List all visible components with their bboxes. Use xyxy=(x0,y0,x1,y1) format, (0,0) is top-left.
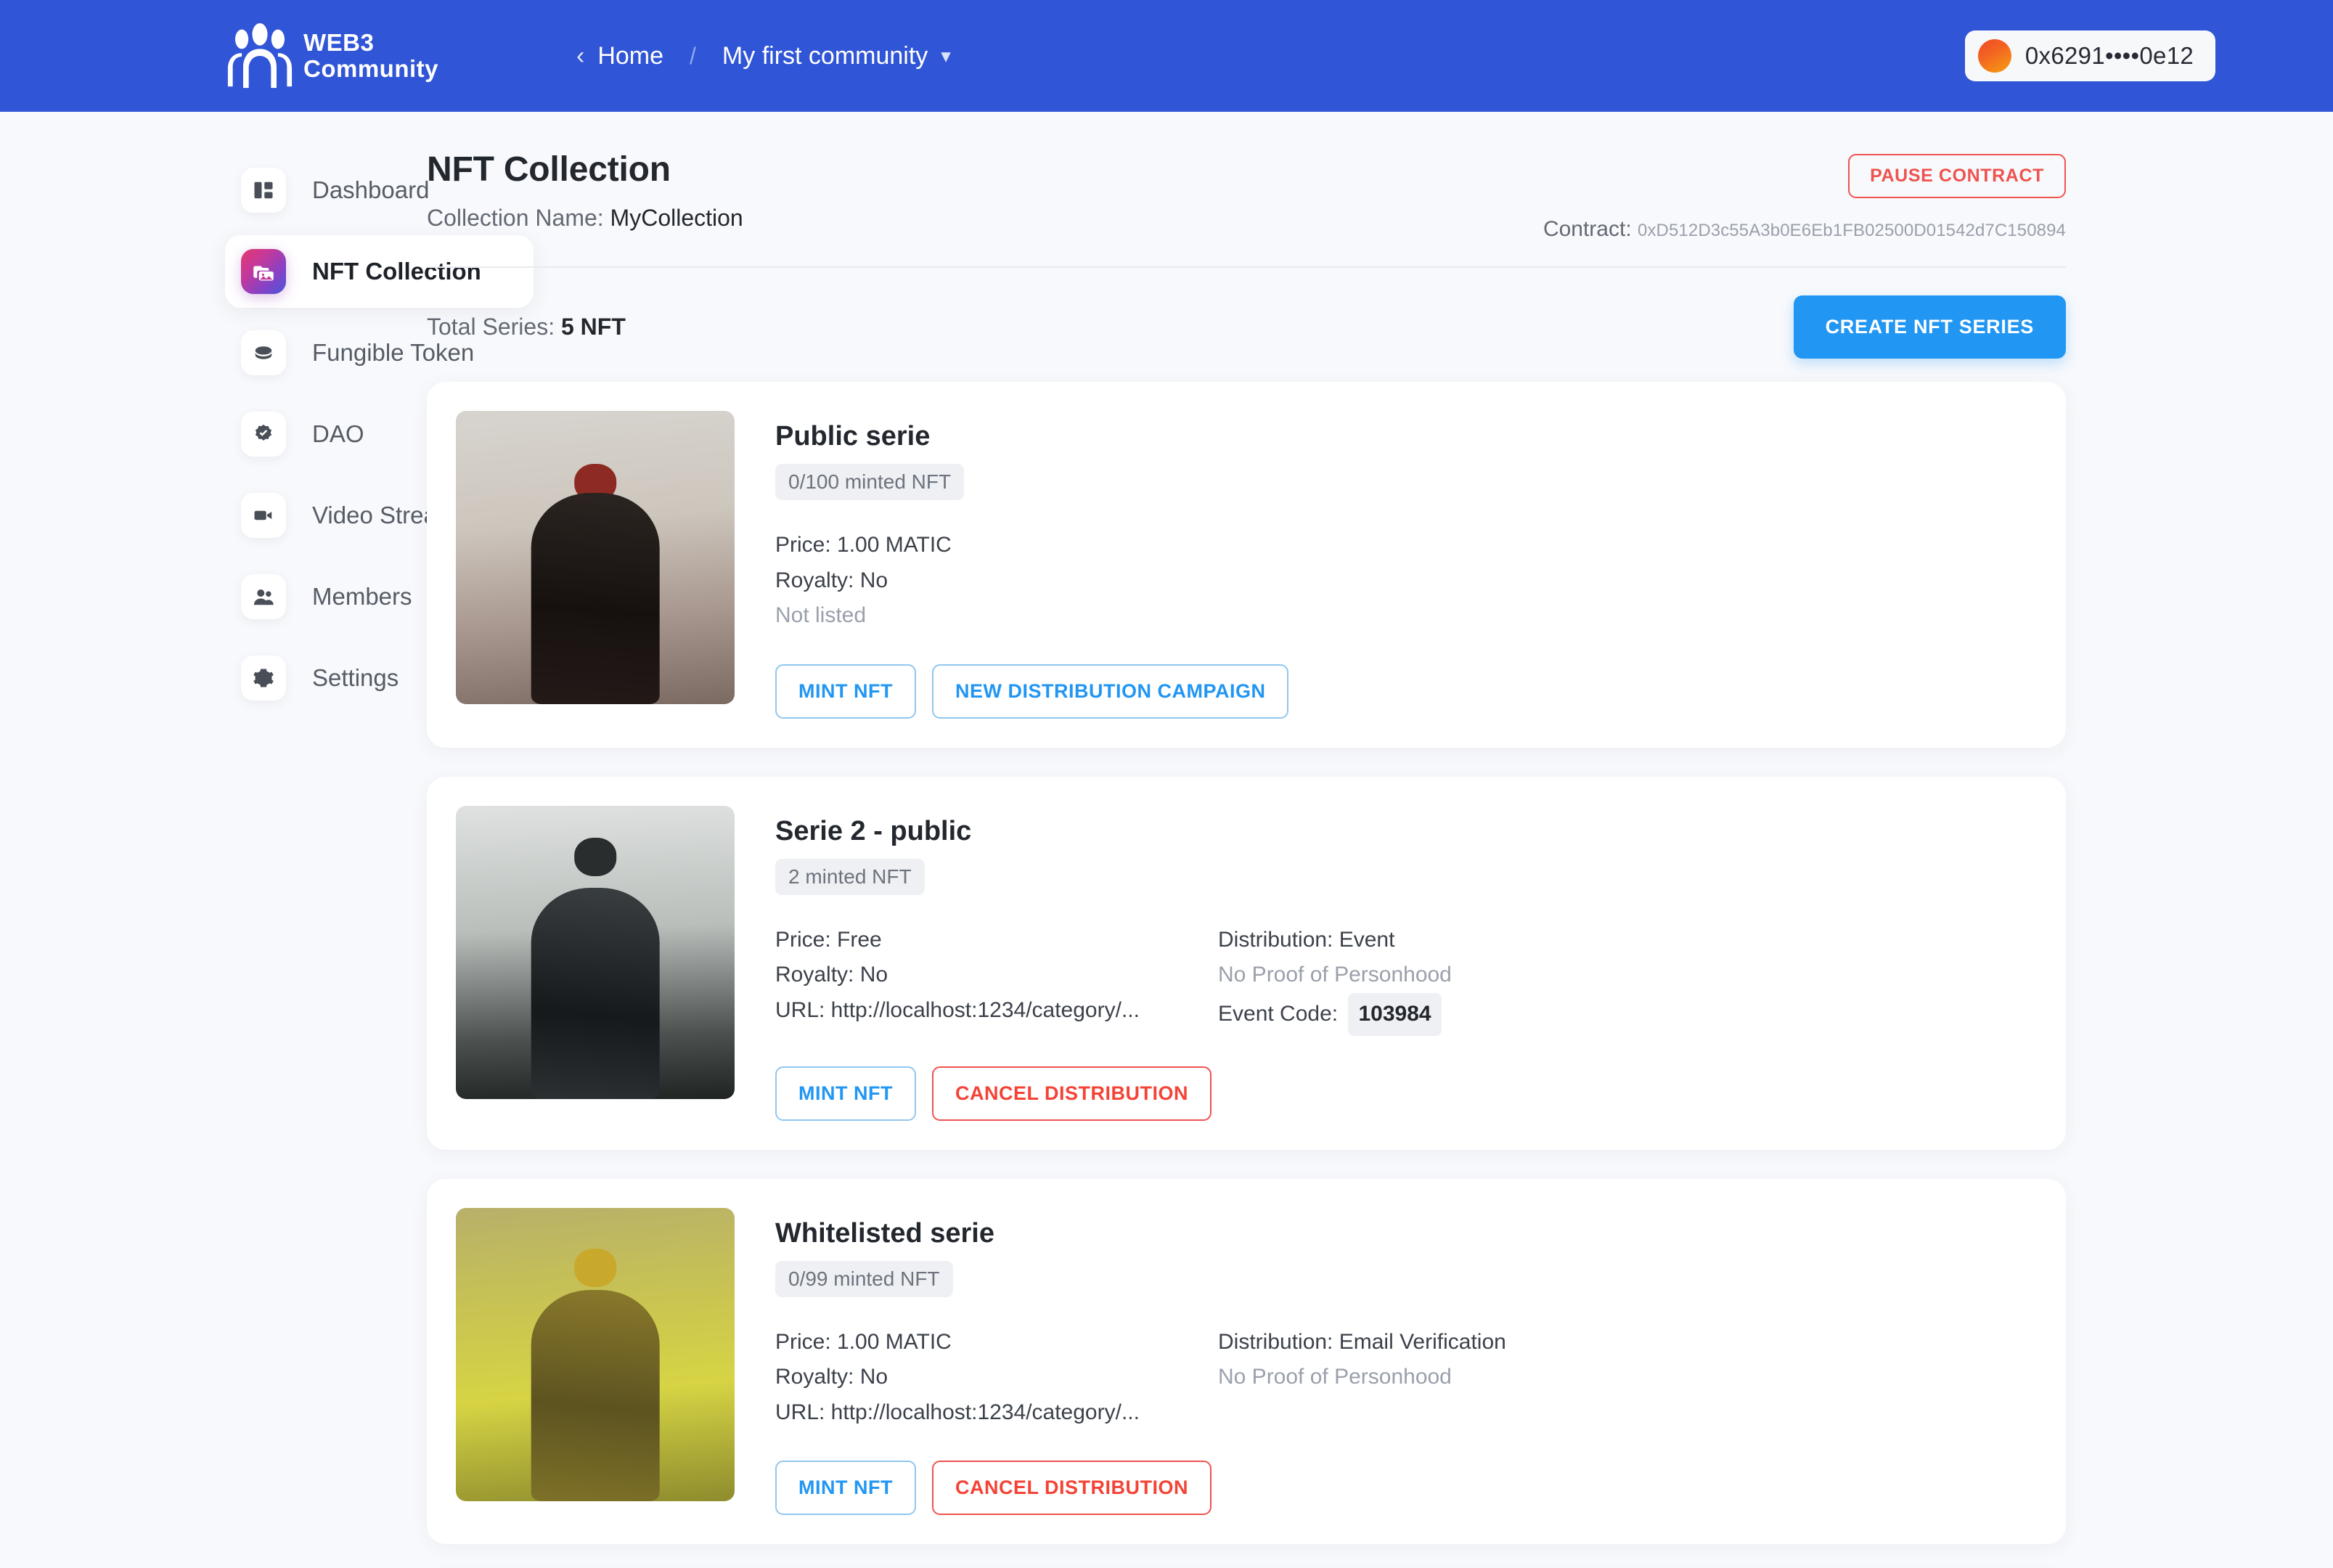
wallet-address-text: 0x6291••••0e12 xyxy=(2024,42,2194,69)
minted-count-badge: 0/100 minted NFT xyxy=(775,464,965,500)
collection-name-label: Collection Name: xyxy=(427,205,604,231)
artwork-figure-body xyxy=(531,887,660,1099)
chevron-down-icon[interactable]: ▾ xyxy=(941,45,951,68)
series-action-buttons: MINT NFT NEW DISTRIBUTION CAMPAIGN xyxy=(775,663,2037,719)
series-price: Price: Free xyxy=(775,927,882,952)
series-distribution: Distribution: Event xyxy=(1218,927,1395,952)
pause-contract-button[interactable]: PAUSE CONTRACT xyxy=(1848,154,2066,198)
mint-nft-button[interactable]: MINT NFT xyxy=(775,663,916,719)
minted-count-badge: 0/99 minted NFT xyxy=(775,1260,953,1297)
sidebar-label-video-dao: DAO xyxy=(312,420,364,447)
breadcrumb-home-link[interactable]: Home xyxy=(597,42,663,70)
total-series-label: Total Series: xyxy=(427,314,555,340)
artwork-figure-body xyxy=(531,1289,660,1501)
coin-icon xyxy=(241,330,286,375)
series-info-left: Price: Free Royalty: No URL: http://loca… xyxy=(775,923,1218,1036)
verified-badge-icon xyxy=(241,412,286,457)
series-info-columns: Price: Free Royalty: No URL: http://loca… xyxy=(775,923,2037,1036)
series-distribution: Distribution: Email Verification xyxy=(1218,1329,1506,1354)
contract-label: Contract: xyxy=(1543,217,1632,241)
artwork-figure-head xyxy=(574,1249,616,1287)
series-personhood: No Proof of Personhood xyxy=(1218,1365,1452,1389)
chevron-left-icon[interactable]: ‹ xyxy=(576,44,584,68)
series-personhood: No Proof of Personhood xyxy=(1218,963,1452,987)
brand-line-1: WEB3 xyxy=(303,29,375,57)
wallet-address-chip[interactable]: 0x6291••••0e12 xyxy=(1964,30,2215,81)
brand-wordmark: WEB3 Community xyxy=(303,30,438,81)
series-info-left: Price: 1.00 MATIC Royalty: No Not listed xyxy=(775,528,1218,634)
images-folder-icon xyxy=(241,249,286,294)
brand-logo-block[interactable]: WEB3 Community xyxy=(225,23,438,89)
series-royalty: Royalty: No xyxy=(775,1365,888,1389)
series-name: Serie 2 - public xyxy=(775,815,972,846)
page-header-left: NFT Collection Collection Name: MyCollec… xyxy=(427,150,743,232)
event-code-label: Event Code: xyxy=(1218,1001,1339,1026)
page-title: NFT Collection xyxy=(427,150,671,189)
gear-icon xyxy=(241,656,286,701)
event-code-value: 103984 xyxy=(1348,992,1442,1036)
breadcrumb-separator: / xyxy=(690,42,696,69)
series-action-buttons: MINT NFT CANCEL DISTRIBUTION xyxy=(775,1066,2037,1121)
cancel-distribution-button[interactable]: CANCEL DISTRIBUTION xyxy=(931,1461,1212,1516)
series-info-right: Distribution: Event No Proof of Personho… xyxy=(1218,923,2037,1036)
series-info-columns: Price: 1.00 MATIC Royalty: No Not listed xyxy=(775,528,2037,634)
people-icon xyxy=(241,574,286,619)
series-url[interactable]: URL: http://localhost:1234/category/... xyxy=(775,993,1218,1029)
top-header-bar: WEB3 Community ‹ Home / My first communi… xyxy=(0,0,2333,112)
nft-series-card[interactable]: Public serie 0/100 minted NFT Price: 1.0… xyxy=(427,382,2066,748)
nft-series-card[interactable]: Whitelisted serie 0/99 minted NFT Price:… xyxy=(427,1178,2066,1545)
create-nft-series-button[interactable]: CREATE NFT SERIES xyxy=(1793,295,2066,359)
artwork-figure-body xyxy=(531,493,660,704)
dashboard-icon xyxy=(241,168,286,213)
nft-artwork-thumbnail[interactable] xyxy=(456,411,735,704)
total-series-line: Total Series: 5 NFT xyxy=(427,314,626,340)
series-name: Whitelisted serie xyxy=(775,1217,994,1249)
nft-artwork-thumbnail[interactable] xyxy=(456,1207,735,1501)
nft-series-details: Serie 2 - public 2 minted NFT Price: Fre… xyxy=(775,806,2037,1121)
video-camera-icon xyxy=(241,493,286,538)
minted-count-badge: 2 minted NFT xyxy=(775,858,925,895)
nft-series-details: Whitelisted serie 0/99 minted NFT Price:… xyxy=(775,1208,2037,1516)
series-action-buttons: MINT NFT CANCEL DISTRIBUTION xyxy=(775,1461,2037,1516)
community-people-icon xyxy=(227,23,293,89)
app-body: Dashboard NFT Collection Fungible Token … xyxy=(0,112,2333,1568)
wallet-avatar-icon xyxy=(1977,39,2011,73)
new-distribution-campaign-button[interactable]: NEW DISTRIBUTION CAMPAIGN xyxy=(931,663,1289,719)
series-info-left: Price: 1.00 MATIC Royalty: No URL: http:… xyxy=(775,1325,1218,1431)
series-url[interactable]: URL: http://localhost:1234/category/... xyxy=(775,1395,1218,1431)
mint-nft-button[interactable]: MINT NFT xyxy=(775,1066,916,1121)
sidebar-label-settings: Settings xyxy=(312,664,399,691)
series-name: Public serie xyxy=(775,421,931,452)
mint-nft-button[interactable]: MINT NFT xyxy=(775,1461,916,1516)
nft-series-card[interactable]: Serie 2 - public 2 minted NFT Price: Fre… xyxy=(427,776,2066,1150)
series-summary-row: Total Series: 5 NFT CREATE NFT SERIES xyxy=(427,268,2066,382)
breadcrumb-community-name[interactable]: My first community xyxy=(722,42,928,70)
series-listing-status: Not listed xyxy=(775,603,867,628)
series-royalty: Royalty: No xyxy=(775,568,888,592)
main-content: NFT Collection Collection Name: MyCollec… xyxy=(392,112,2333,1568)
series-price: Price: 1.00 MATIC xyxy=(775,1329,952,1354)
contract-address[interactable]: 0xD512D3c55A3b0E6Eb1FB02500D01542d7C1508… xyxy=(1638,221,2066,240)
breadcrumb: ‹ Home / My first community ▾ xyxy=(576,42,951,70)
series-info-right: Distribution: Email Verification No Proo… xyxy=(1218,1325,2037,1431)
series-info-right xyxy=(1218,528,2037,634)
nft-artwork-thumbnail[interactable] xyxy=(456,805,735,1099)
series-price: Price: 1.00 MATIC xyxy=(775,533,952,557)
cancel-distribution-button[interactable]: CANCEL DISTRIBUTION xyxy=(931,1066,1212,1121)
collection-name-line: Collection Name: MyCollection xyxy=(427,205,743,232)
artwork-figure-head xyxy=(574,838,616,876)
page-header-row: NFT Collection Collection Name: MyCollec… xyxy=(427,150,2066,242)
series-event-code-line: Event Code: 103984 xyxy=(1218,992,2037,1036)
brand-line-2: Community xyxy=(303,55,438,82)
collection-name-value: MyCollection xyxy=(610,205,743,231)
nft-series-details: Public serie 0/100 minted NFT Price: 1.0… xyxy=(775,411,2037,719)
sidebar-nav: Dashboard NFT Collection Fungible Token … xyxy=(0,112,534,1568)
series-royalty: Royalty: No xyxy=(775,963,888,987)
total-series-value: 5 NFT xyxy=(560,314,626,340)
page-header-right: PAUSE CONTRACT Contract: 0xD512D3c55A3b0… xyxy=(1543,150,2066,242)
contract-line: Contract: 0xD512D3c55A3b0E6Eb1FB02500D01… xyxy=(1543,217,2066,242)
series-info-columns: Price: 1.00 MATIC Royalty: No URL: http:… xyxy=(775,1325,2037,1431)
